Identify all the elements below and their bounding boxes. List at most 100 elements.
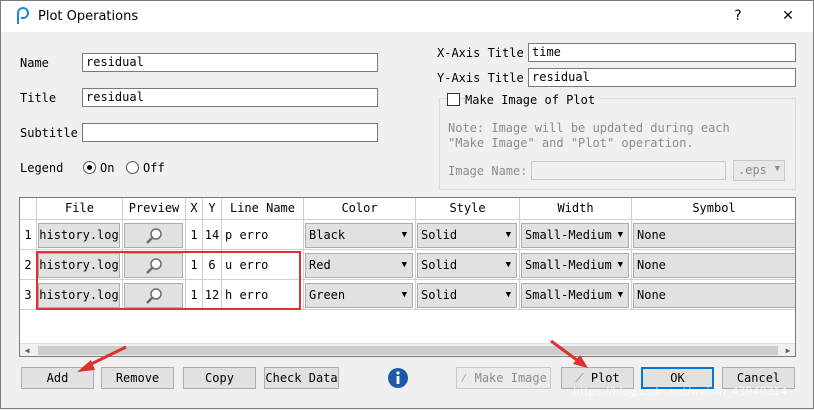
symbol-value: None: [637, 258, 666, 272]
copy-button[interactable]: Copy: [183, 367, 256, 389]
chevron-down-icon: ▼: [617, 290, 623, 300]
subtitle-label: Subtitle: [20, 126, 78, 140]
row-number: 2: [20, 250, 37, 280]
subtitle-input[interactable]: [82, 123, 378, 142]
style-cell: Solid ▼: [416, 280, 520, 310]
width-cell: Small-Medium ▼: [520, 280, 632, 310]
chevron-down-icon: ▼: [617, 260, 623, 270]
chart-line-icon: ⟋: [575, 371, 584, 385]
highlight-annotation-box: [36, 251, 301, 310]
header-file: File: [37, 198, 123, 220]
header-color: Color: [304, 198, 416, 220]
scroll-right-icon[interactable]: ▶: [781, 344, 795, 357]
make-image-label: Make Image: [474, 371, 547, 385]
check-data-button[interactable]: Check Data: [264, 367, 339, 389]
symbol-cell: None: [632, 280, 795, 310]
header-symbol: Symbol: [632, 198, 795, 220]
title-label: Title: [20, 91, 57, 105]
scroll-left-icon[interactable]: ◀: [20, 344, 34, 357]
y-axis-title-label: Y-Axis Title: [437, 71, 524, 85]
header-preview: Preview: [123, 198, 186, 220]
preview-cell: [123, 220, 186, 250]
symbol-value: None: [637, 228, 666, 242]
magnifier-icon: [146, 228, 162, 244]
row-number: 3: [20, 280, 37, 310]
width-value: Small-Medium: [525, 228, 612, 242]
symbol-select[interactable]: None: [633, 253, 795, 278]
chevron-down-icon: ▼: [617, 230, 623, 240]
image-note-line2: "Make Image" and "Plot" operation.: [448, 136, 694, 150]
chevron-down-icon: ▼: [401, 230, 407, 240]
name-input[interactable]: residual: [82, 53, 378, 72]
y-axis-title-input[interactable]: residual: [528, 68, 796, 87]
image-format-select[interactable]: .eps ▼: [733, 160, 785, 181]
x-axis-title-input[interactable]: time: [528, 43, 796, 62]
width-value: Small-Medium: [525, 258, 612, 272]
width-select[interactable]: Small-Medium ▼: [521, 283, 629, 308]
x-column-cell[interactable]: 1: [186, 220, 203, 250]
legend-off-radio[interactable]: [126, 161, 139, 174]
color-cell: Black ▼: [304, 220, 416, 250]
color-select[interactable]: Red ▼: [305, 253, 413, 278]
color-value: Red: [309, 258, 331, 272]
width-select[interactable]: Small-Medium ▼: [521, 223, 629, 248]
close-icon[interactable]: ✕: [778, 6, 798, 26]
color-cell: Red ▼: [304, 250, 416, 280]
image-format-value: .eps: [738, 163, 767, 177]
image-note-line1: Note: Image will be updated during each: [448, 121, 730, 135]
header-y: Y: [203, 198, 222, 220]
style-select[interactable]: Solid ▼: [417, 223, 517, 248]
x-axis-title-label: X-Axis Title: [437, 46, 524, 60]
color-value: Green: [309, 288, 346, 302]
style-select[interactable]: Solid ▼: [417, 283, 517, 308]
help-icon[interactable]: ?: [728, 6, 748, 26]
info-icon: [388, 368, 408, 388]
title-bar: Plot Operations ? ✕: [1, 1, 813, 32]
line-name-cell[interactable]: p erro: [222, 220, 304, 250]
window-title: Plot Operations: [38, 9, 139, 24]
file-cell: history.log: [37, 220, 123, 250]
make-image-label: Make Image of Plot: [465, 93, 599, 107]
width-cell: Small-Medium ▼: [520, 220, 632, 250]
chevron-down-icon: ▼: [401, 260, 407, 270]
scrollbar-thumb[interactable]: [38, 346, 778, 355]
info-button[interactable]: [386, 367, 410, 389]
preview-button[interactable]: [124, 223, 183, 248]
legend-on-radio[interactable]: [83, 161, 96, 174]
color-cell: Green ▼: [304, 280, 416, 310]
legend-on-label: On: [100, 161, 115, 175]
style-select[interactable]: Solid ▼: [417, 253, 517, 278]
make-image-button[interactable]: ⁄ Make Image: [456, 367, 551, 389]
symbol-select[interactable]: None: [633, 283, 795, 308]
symbol-select[interactable]: None: [633, 223, 795, 248]
make-image-checkbox[interactable]: [447, 93, 460, 106]
width-select[interactable]: Small-Medium ▼: [521, 253, 629, 278]
file-button[interactable]: history.log: [38, 223, 120, 248]
title-input[interactable]: residual: [82, 88, 378, 107]
style-cell: Solid ▼: [416, 220, 520, 250]
plot-operations-dialog: Plot Operations ? ✕ Name residual Title …: [0, 0, 814, 409]
chevron-down-icon: ▼: [401, 290, 407, 300]
header-width: Width: [520, 198, 632, 220]
legend-off-label: Off: [143, 161, 165, 175]
y-column-cell[interactable]: 14: [203, 220, 222, 250]
style-value: Solid: [421, 288, 458, 302]
symbol-cell: None: [632, 220, 795, 250]
header-style: Style: [416, 198, 520, 220]
image-name-input[interactable]: [531, 161, 726, 180]
horizontal-scrollbar[interactable]: ◀ ▶: [20, 343, 795, 356]
style-value: Solid: [421, 258, 458, 272]
symbol-cell: None: [632, 250, 795, 280]
color-select[interactable]: Green ▼: [305, 283, 413, 308]
watermark-text: https://blog.csdn.net/weixin_43940314: [573, 385, 788, 398]
name-label: Name: [20, 56, 49, 70]
legend-label: Legend: [20, 161, 64, 175]
header-x: X: [186, 198, 203, 220]
style-value: Solid: [421, 228, 458, 242]
chevron-down-icon: ▼: [505, 290, 511, 300]
color-select[interactable]: Black ▼: [305, 223, 413, 248]
width-cell: Small-Medium ▼: [520, 250, 632, 280]
add-button[interactable]: Add: [21, 367, 94, 389]
width-value: Small-Medium: [525, 288, 612, 302]
remove-button[interactable]: Remove: [101, 367, 174, 389]
